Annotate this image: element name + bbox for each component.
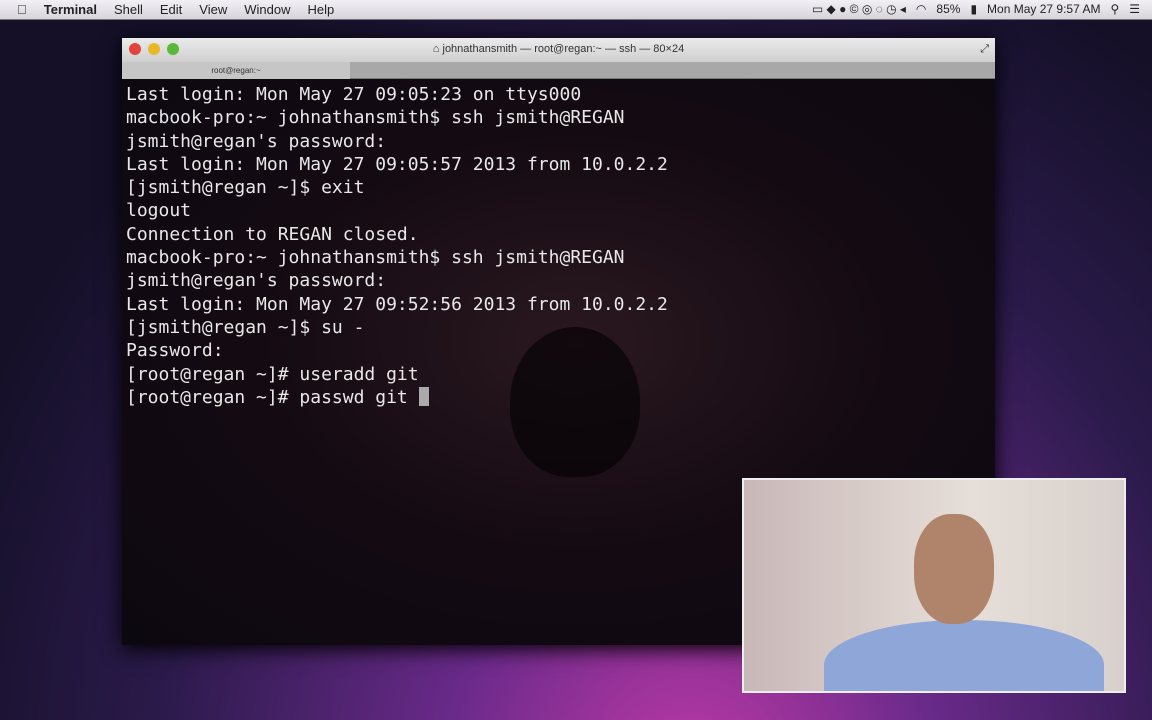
home-icon: ⌂ xyxy=(432,43,443,55)
line: Last login: Mon May 27 09:52:56 2013 fro… xyxy=(126,293,668,315)
line: macbook-pro:~ johnathansmith$ ssh jsmith… xyxy=(126,247,625,269)
menu-help[interactable]: Help xyxy=(308,2,335,17)
menu-view[interactable]: View xyxy=(199,2,227,17)
status-icons[interactable]: ▭ ◆ ● © ◎ ◌ ◷ ◂ xyxy=(812,2,906,16)
menu-bar:  Terminal Shell Edit View Window Help ▭… xyxy=(0,0,1152,20)
menu-edit[interactable]: Edit xyxy=(160,2,182,17)
line: logout xyxy=(126,200,192,222)
menu-app-terminal[interactable]: Terminal xyxy=(44,2,97,17)
line: macbook-pro:~ johnathansmith$ ssh jsmith… xyxy=(126,107,625,129)
apple-logo-wallpaper xyxy=(510,327,640,477)
line: jsmith@regan's password: xyxy=(126,270,387,292)
cursor xyxy=(418,386,429,406)
line: Last login: Mon May 27 09:05:57 2013 fro… xyxy=(126,153,668,175)
notification-icon[interactable]: ☰ xyxy=(1129,2,1140,16)
line: Connection to REGAN closed. xyxy=(126,223,419,245)
terminal-output[interactable]: Last login: Mon May 27 09:05:23 on ttys0… xyxy=(122,79,995,477)
wifi-icon[interactable]: ◠ xyxy=(916,2,926,16)
presenter-head xyxy=(914,514,994,624)
line: jsmith@regan's password: xyxy=(126,130,387,152)
title-bar[interactable]: ⌂ johnathansmith — root@regan:~ — ssh — … xyxy=(122,38,995,62)
line: Last login: Mon May 27 09:05:23 on ttys0… xyxy=(126,84,582,105)
tab-bar: root@regan:~ xyxy=(122,62,995,79)
battery-percent[interactable]: 85% xyxy=(936,2,960,16)
zoom-button[interactable] xyxy=(167,43,179,55)
window-title: johnathansmith — root@regan:~ — ssh — 80… xyxy=(442,43,685,55)
fullscreen-icon[interactable]: ⤢ xyxy=(980,38,989,60)
minimize-button[interactable] xyxy=(148,43,160,55)
menu-window[interactable]: Window xyxy=(244,2,290,17)
line: [jsmith@regan ~]$ exit xyxy=(126,177,365,199)
close-button[interactable] xyxy=(129,43,141,55)
clock[interactable]: Mon May 27 9:57 AM xyxy=(987,2,1100,16)
tab-root-regan[interactable]: root@regan:~ xyxy=(122,62,350,79)
battery-icon[interactable]: ▮ xyxy=(970,2,977,16)
spotlight-icon[interactable]: ⚲ xyxy=(1110,2,1119,16)
status-area: ▭ ◆ ● © ◎ ◌ ◷ ◂ ◠ 85% ▮ Mon May 27 9:57 … xyxy=(812,2,1140,16)
menu-shell[interactable]: Shell xyxy=(114,2,143,17)
presenter-shirt xyxy=(824,620,1104,691)
prompt-line: [root@regan ~]# passwd git xyxy=(126,386,419,408)
apple-menu-icon[interactable]:  xyxy=(17,2,27,17)
webcam-overlay xyxy=(742,478,1126,693)
